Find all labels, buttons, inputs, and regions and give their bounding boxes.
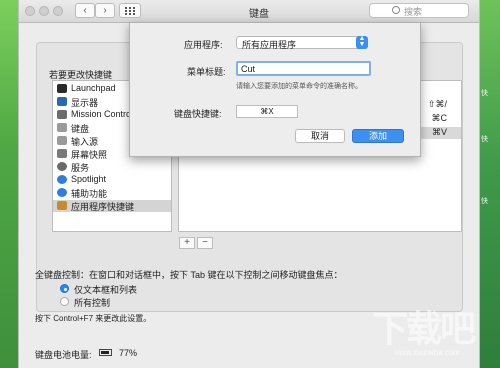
- desktop-background-left: [0, 0, 18, 368]
- back-button[interactable]: ‹: [75, 3, 95, 18]
- remove-shortcut-button[interactable]: −: [197, 237, 213, 249]
- display-icon: [57, 97, 67, 106]
- mission-control-icon: [57, 110, 67, 119]
- battery-label: 键盘电池电量:: [35, 350, 92, 360]
- category-item-accessibility[interactable]: 辅助功能: [53, 187, 171, 199]
- shortcut-key: ⇧⌘/: [427, 99, 447, 109]
- watermark-text: 下载吧: [372, 308, 476, 349]
- app-label: 应用程序:: [184, 40, 223, 50]
- battery-percent: 77%: [119, 348, 138, 358]
- shortcut-recorder-field[interactable]: ⌘X: [236, 105, 298, 118]
- desktop-background-right: 快 快 快: [478, 0, 500, 368]
- radio-text-boxes-label: 仅文本框和列表: [74, 285, 138, 295]
- category-label: 应用程序快捷键: [71, 202, 135, 212]
- watermark-logo: 下载吧 www.xiazaiba.com: [372, 300, 478, 362]
- search-placeholder: 搜索: [404, 7, 423, 17]
- minimize-window-button[interactable]: [39, 6, 49, 16]
- category-label: 键盘: [71, 124, 90, 134]
- search-field[interactable]: 搜索: [369, 3, 469, 18]
- forward-button[interactable]: ›: [95, 3, 115, 18]
- menu-title-hint: 请输入您要添加的菜单命令的准确名称。: [236, 83, 362, 90]
- radio-all-controls-label: 所有控制: [74, 298, 111, 308]
- category-label: Launchpad: [71, 83, 116, 93]
- radio-text-boxes[interactable]: [60, 284, 69, 293]
- cancel-button[interactable]: 取消: [295, 129, 345, 143]
- category-item-app-shortcuts[interactable]: 应用程序快捷键: [53, 200, 171, 212]
- window-title: 键盘: [249, 9, 269, 20]
- launchpad-icon: [57, 84, 67, 93]
- category-label: 屏幕快照: [71, 150, 108, 160]
- desktop-label: 快: [481, 198, 488, 205]
- show-all-grid-icon[interactable]: [119, 3, 141, 18]
- category-label: 显示器: [71, 98, 99, 108]
- category-label: 服务: [71, 163, 90, 173]
- category-label: 辅助功能: [71, 189, 108, 199]
- battery-icon: [99, 349, 112, 356]
- add-button[interactable]: 添加: [352, 129, 404, 143]
- category-item-spotlight[interactable]: Spotlight: [53, 174, 171, 186]
- title-bar: ‹ › 键盘 搜索: [19, 0, 479, 23]
- app-select[interactable]: 所有应用程序 ▲ ▼: [236, 35, 368, 50]
- shortcut-key: ⌘V: [431, 127, 447, 137]
- services-gear-icon: [57, 162, 67, 171]
- zoom-window-button[interactable]: [53, 6, 63, 16]
- close-window-button[interactable]: [25, 6, 35, 16]
- shortcut-label: 键盘快捷键:: [174, 109, 222, 119]
- screenshot-icon: [57, 149, 67, 158]
- stepper-arrows-icon: ▲ ▼: [356, 35, 368, 49]
- watermark-url: www.xiazaiba.com: [394, 348, 460, 357]
- app-select-value: 所有应用程序: [242, 40, 297, 50]
- control-f7-hint: 按下 Control+F7 来更改此设置。: [35, 314, 152, 323]
- category-label: 输入源: [71, 137, 99, 147]
- accessibility-icon: [57, 188, 67, 197]
- app-shortcuts-icon: [57, 201, 67, 210]
- spotlight-icon: [57, 175, 67, 184]
- menu-title-label: 菜单标题:: [187, 67, 226, 77]
- desktop-label: 快: [481, 136, 488, 143]
- category-label: Spotlight: [71, 174, 107, 184]
- desktop-label: 快: [481, 90, 488, 97]
- keyboard-icon: [57, 123, 67, 132]
- shortcut-key: ⌘C: [431, 113, 448, 123]
- input-source-icon: [57, 136, 67, 145]
- add-shortcut-button[interactable]: +: [179, 237, 195, 249]
- menu-title-input[interactable]: Cut: [236, 61, 371, 76]
- add-shortcut-sheet: 应用程序: 所有应用程序 ▲ ▼ 菜单标题: Cut 请输入您要添加的菜单命令的准…: [129, 22, 421, 157]
- search-icon: [392, 6, 400, 14]
- full-keyboard-access-label: 全键盘控制：在窗口和对话框中，按下 Tab 键在以下控制之间移动键盘焦点：: [35, 270, 343, 280]
- radio-all-controls[interactable]: [60, 297, 69, 306]
- menu-title-value: Cut: [241, 64, 256, 74]
- category-label: Mission Control: [71, 109, 134, 119]
- category-item-services[interactable]: 服务: [53, 161, 171, 173]
